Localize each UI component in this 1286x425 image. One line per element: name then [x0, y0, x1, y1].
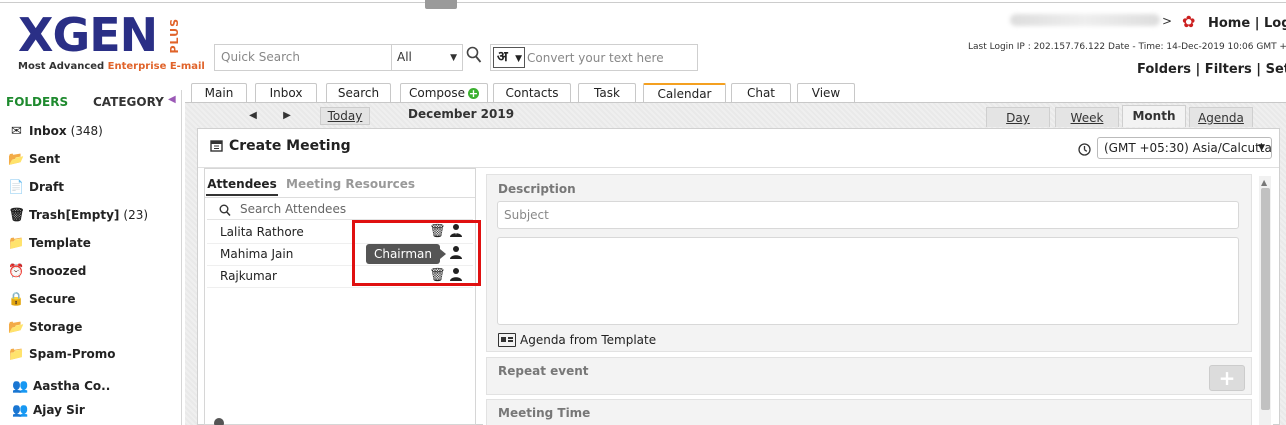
home-logout-links[interactable]: Home | Logo	[1208, 16, 1286, 31]
home-flower-icon: ✿	[1182, 12, 1196, 31]
tab-task[interactable]: Task	[578, 83, 636, 102]
sent-icon: 📂	[8, 151, 25, 167]
tab-contacts[interactable]: Contacts	[493, 83, 571, 102]
transliteration-box[interactable]: अ ▼ Convert your text here	[490, 44, 698, 71]
tab-view[interactable]: View	[797, 83, 855, 102]
attendee-name: Rajkumar	[220, 269, 277, 283]
storage-icon: 📂	[8, 319, 25, 335]
sidebar-item-trash[interactable]: 🗑 Trash[Empty] (23)	[8, 205, 148, 225]
shared-folder-icon: 👥	[12, 378, 29, 394]
collapse-arrow-icon[interactable]: ◀	[168, 94, 176, 105]
sidebar-item-secure[interactable]: 🔒 Secure	[8, 289, 75, 309]
user-email-redacted	[1010, 14, 1160, 26]
tab-main[interactable]: Main	[191, 83, 247, 102]
view-agenda-button[interactable]: Agenda	[1189, 107, 1253, 127]
sidebar-item-draft[interactable]: 📄 Draft	[8, 177, 64, 197]
logo-plus: PLUS	[168, 18, 181, 54]
subject-input[interactable]: Subject	[497, 201, 1239, 229]
tab-search[interactable]: Search	[326, 83, 391, 102]
top-border	[0, 2, 1286, 3]
plus-icon: +	[468, 87, 479, 100]
meeting-time-label: Meeting Time	[498, 406, 591, 420]
partial-icon	[214, 418, 224, 425]
tab-chat[interactable]: Chat	[731, 83, 791, 102]
repeat-event-label: Repeat event	[498, 364, 589, 378]
today-button[interactable]: Today	[320, 107, 370, 125]
user-menu-arrow[interactable]: >	[1162, 14, 1172, 28]
add-repeat-button[interactable]: +	[1209, 365, 1245, 391]
scrollbar-thumb[interactable]	[1261, 188, 1270, 410]
language-toggle-button[interactable]: अ ▼	[493, 47, 525, 68]
folders-filters-settings-links[interactable]: Folders | Filters | Settin	[1137, 62, 1286, 77]
sidebar-item-snoozed[interactable]: ⏰ Snoozed	[8, 261, 86, 281]
search-icon[interactable]	[466, 46, 484, 66]
trash-icon: 🗑	[8, 207, 25, 223]
sidebar-item-template[interactable]: 📁 Template	[8, 233, 91, 253]
chevron-down-icon: ▼	[1258, 143, 1265, 153]
tab-attendees[interactable]: Attendees	[206, 172, 278, 196]
next-month-button[interactable]: ▶	[276, 107, 298, 125]
clock-icon	[1078, 143, 1091, 160]
attendees-tab-divider	[205, 197, 475, 198]
timezone-select[interactable]: (GMT +05:30) Asia/Calcutta ▼	[1097, 137, 1272, 159]
lock-icon: 🔒	[8, 291, 25, 307]
spam-icon: 📁	[8, 346, 25, 362]
description-textarea[interactable]	[497, 237, 1239, 325]
template-icon: 📁	[8, 235, 25, 251]
drag-handle[interactable]	[425, 0, 457, 9]
scroll-up-icon[interactable]: ▲	[1261, 178, 1267, 187]
sidebar-item-storage[interactable]: 📂 Storage	[8, 317, 82, 337]
calendar-icon	[210, 139, 223, 156]
chevron-down-icon: ▼	[450, 53, 457, 63]
last-login-info: Last Login IP : 202.157.76.122 Date - Ti…	[968, 42, 1286, 52]
logo-tagline: Most Advanced Enterprise E-mail	[18, 61, 205, 72]
sidebar-item-inbox[interactable]: ✉ Inbox (348)	[8, 121, 103, 141]
agenda-template-icon[interactable]	[498, 333, 516, 347]
highlight-box	[352, 220, 481, 286]
view-week-button[interactable]: Week	[1055, 107, 1119, 127]
draft-icon: 📄	[8, 179, 25, 195]
attendee-name: Mahima Jain	[220, 247, 294, 261]
chevron-down-icon: ▼	[515, 54, 522, 64]
attendee-name: Lalita Rathore	[220, 225, 304, 239]
inbox-icon: ✉	[11, 123, 22, 139]
month-label: December 2019	[408, 107, 515, 121]
snoozed-icon: ⏰	[8, 263, 25, 279]
category-heading[interactable]: CATEGORY	[93, 95, 164, 109]
search-attendees-input[interactable]: Search Attendees	[240, 202, 346, 216]
dialog-title: Create Meeting	[229, 138, 351, 154]
convert-text-input[interactable]: Convert your text here	[527, 51, 664, 65]
folders-heading[interactable]: FOLDERS	[6, 95, 68, 109]
view-month-button[interactable]: Month	[1122, 105, 1186, 127]
tab-compose[interactable]: Compose +	[400, 83, 488, 102]
tab-inbox[interactable]: Inbox	[255, 83, 317, 102]
tab-meeting-resources[interactable]: Meeting Resources	[286, 172, 415, 196]
logo: XGEN	[18, 8, 158, 62]
sidebar-item-aastha[interactable]: 👥 Aastha Co..	[12, 376, 110, 396]
shared-folder-icon: 👥	[12, 402, 29, 418]
quick-search-input[interactable]: Quick Search	[214, 44, 392, 71]
view-day-button[interactable]: Day	[986, 107, 1050, 127]
agenda-from-template-link[interactable]: Agenda from Template	[520, 333, 656, 347]
tab-calendar[interactable]: Calendar	[643, 83, 726, 102]
prev-month-button[interactable]: ◀	[242, 107, 264, 125]
sidebar-item-ajay[interactable]: 👥 Ajay Sir	[12, 400, 84, 420]
search-scope-select[interactable]: All ▼	[391, 44, 463, 71]
description-label: Description	[498, 182, 576, 196]
sidebar-item-sent[interactable]: 📂 Sent	[8, 149, 60, 169]
repeat-event-section: Repeat event	[486, 357, 1252, 395]
sidebar-item-spam-promo[interactable]: 📁 Spam-Promo	[8, 344, 115, 364]
meeting-time-section: Meeting Time	[486, 399, 1252, 425]
